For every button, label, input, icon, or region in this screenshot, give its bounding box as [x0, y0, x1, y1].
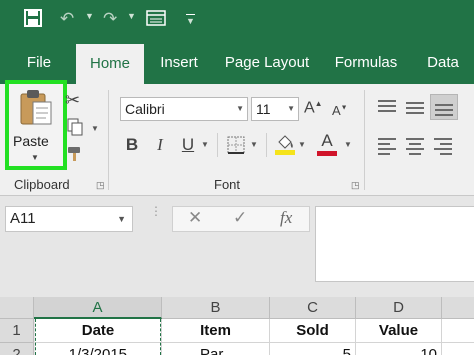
customize-caret-icon[interactable]: ▼: [186, 14, 195, 26]
cut-icon[interactable]: ✂: [65, 90, 80, 111]
fill-color-swatch: [275, 150, 295, 155]
name-box-value: A11: [10, 210, 36, 227]
font-color-letter: A: [321, 131, 333, 150]
cell-d1[interactable]: Value: [356, 319, 442, 343]
decrease-font-size-icon[interactable]: A▼: [332, 103, 348, 118]
font-color-icon[interactable]: A: [316, 132, 338, 156]
paste-icon: [18, 88, 54, 133]
copy-icon[interactable]: [67, 118, 83, 141]
paste-caret-icon[interactable]: ▼: [31, 153, 39, 162]
tab-home[interactable]: Home: [76, 44, 144, 84]
font-size-select[interactable]: 11 ▼: [251, 97, 299, 121]
cell-e2[interactable]: [442, 343, 474, 355]
font-name-select[interactable]: Calibri ▼: [120, 97, 248, 121]
align-bottom-button[interactable]: [430, 94, 458, 120]
chevron-down-icon: ▼: [236, 104, 244, 113]
divider: [108, 90, 109, 190]
tab-file[interactable]: File: [14, 42, 64, 84]
underline-caret-icon[interactable]: ▼: [201, 140, 209, 149]
underline-button[interactable]: U: [178, 135, 198, 155]
cell-b1[interactable]: Item: [162, 319, 270, 343]
chevron-down-icon: ▼: [287, 104, 295, 113]
tab-formulas[interactable]: Formulas: [326, 42, 406, 84]
select-all-corner[interactable]: [0, 297, 34, 319]
increase-font-size-icon[interactable]: A▲: [304, 99, 323, 117]
font-name-value: Calibri: [125, 101, 165, 117]
column-header-d[interactable]: D: [356, 297, 442, 319]
italic-button[interactable]: I: [150, 135, 170, 155]
borders-icon[interactable]: [227, 136, 245, 159]
name-box[interactable]: A11 ▼: [5, 206, 133, 232]
tab-data[interactable]: Data: [418, 42, 468, 84]
divider: [217, 133, 218, 157]
font-color-swatch: [317, 151, 337, 156]
borders-caret-icon[interactable]: ▼: [250, 140, 258, 149]
font-size-value: 11: [256, 101, 271, 117]
clipboard-dialog-launcher-icon[interactable]: ◳: [96, 180, 105, 191]
row-header-1[interactable]: 1: [0, 319, 34, 343]
formula-bar-grip-icon: ⋮: [150, 204, 162, 218]
save-icon[interactable]: [24, 9, 42, 32]
font-group-label: Font: [214, 177, 241, 192]
chevron-down-icon[interactable]: ▼: [117, 207, 126, 231]
paste-label: Paste: [13, 133, 49, 149]
cell-e1[interactable]: [442, 319, 474, 343]
align-right-button[interactable]: [432, 134, 454, 156]
enter-icon[interactable]: ✓: [233, 208, 247, 228]
cell-d2[interactable]: 10: [356, 343, 442, 355]
align-top-button[interactable]: [376, 96, 398, 118]
align-middle-button[interactable]: [404, 96, 426, 118]
column-header-a[interactable]: A: [34, 297, 162, 319]
align-center-button[interactable]: [404, 134, 426, 156]
font-dialog-launcher-icon[interactable]: ◳: [351, 180, 360, 191]
redo-caret-icon[interactable]: ▼: [127, 11, 136, 21]
row-header-2[interactable]: 2: [0, 343, 34, 355]
column-header-e[interactable]: [442, 297, 474, 319]
align-left-button[interactable]: [376, 134, 398, 156]
copy-marquee: [35, 319, 161, 355]
divider: [266, 133, 267, 157]
cancel-icon[interactable]: ✕: [188, 208, 202, 228]
undo-caret-icon[interactable]: ▼: [85, 11, 94, 21]
cell-c1[interactable]: Sold: [270, 319, 356, 343]
tab-insert[interactable]: Insert: [150, 42, 208, 84]
undo-icon[interactable]: ↶: [60, 9, 74, 29]
column-header-c[interactable]: C: [270, 297, 356, 319]
divider: [364, 90, 365, 190]
bold-button[interactable]: B: [122, 135, 142, 155]
copy-caret-icon[interactable]: ▼: [91, 124, 99, 133]
cell-c2[interactable]: 5: [270, 343, 356, 355]
formula-input[interactable]: [315, 206, 474, 282]
cell-b2[interactable]: Par: [162, 343, 270, 355]
ribbon-tabs: File Home Insert Page Layout Formulas Da…: [0, 42, 474, 84]
column-header-b[interactable]: B: [162, 297, 270, 319]
insert-function-icon[interactable]: fx: [280, 208, 292, 228]
tab-page-layout[interactable]: Page Layout: [218, 42, 316, 84]
clipboard-group-label: Clipboard: [14, 177, 70, 192]
fill-color-caret-icon[interactable]: ▼: [298, 140, 306, 149]
title-bar: ↶ ▼ ↷ ▼ ▼: [0, 0, 474, 42]
fill-color-icon[interactable]: [275, 132, 295, 161]
format-painter-icon[interactable]: [66, 145, 84, 168]
font-color-caret-icon[interactable]: ▼: [344, 140, 352, 149]
redo-icon[interactable]: ↷: [103, 9, 117, 29]
form-icon[interactable]: [146, 9, 166, 32]
